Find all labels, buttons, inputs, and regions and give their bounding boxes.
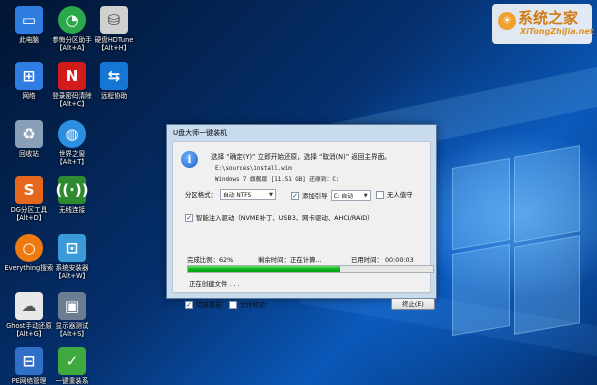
unattended-label: 无人值守 — [387, 191, 413, 199]
desktop-icon-one-click-reinstall[interactable]: ✓ 一键重装系 — [46, 347, 98, 385]
dialog-body: i 选择 “确定(Y)” 立即开始还原，选择 “取消(N)” 返回主界面。 E:… — [172, 141, 435, 310]
install-dialog: U盘大师一键装机 i 选择 “确定(Y)” 立即开始还原，选择 “取消(N)” … — [166, 124, 437, 310]
monitor-test-icon: ▣ — [58, 292, 86, 320]
this-pc-icon: ▭ — [15, 6, 43, 34]
stop-button[interactable]: 终止(E) — [391, 298, 435, 310]
recycle-bin-icon: ♻ — [15, 120, 43, 148]
boot-drive-select[interactable]: C: 自动 ▼ — [330, 190, 371, 201]
image-path: E:\sources\install.wim — [215, 166, 292, 172]
restart-label: 完成重启 — [196, 301, 222, 309]
one-click-reinstall-icon: ✓ — [58, 347, 86, 375]
partition-format-row: 分区格式： 自动 NTFS ▼ — [185, 189, 276, 200]
inject-driver-label: 智能注入驱动（NVME补丁、USB3、网卡驱动、AHCI/RAID） — [196, 214, 374, 222]
desktop-icon-monitor-test[interactable]: ▣ 显示器测试【Alt+S】 — [46, 292, 98, 338]
wireless-icon: ((·)) — [55, 176, 89, 204]
dialog-message: 选择 “确定(Y)” 立即开始还原，选择 “取消(N)” 返回主界面。 — [211, 153, 391, 161]
info-icon: i — [181, 151, 198, 168]
windows-logo-background — [452, 143, 580, 343]
remaining-time-label: 剩余时间：正在计算... — [258, 256, 322, 264]
watermark-domain: XiTongZhiJia.net — [520, 27, 594, 36]
watermark-logo: ☀ 系统之家 XiTongZhiJia.net — [492, 4, 594, 44]
partition-format-label: 分区格式： — [185, 191, 217, 199]
desktop-icon-wireless[interactable]: ((·)) 无线连接 — [46, 176, 98, 214]
system-installer-icon: ⊡ — [58, 234, 86, 262]
desktop-icon-world-browser[interactable]: ◍ 世界之窗【Alt+T】 — [46, 120, 98, 166]
dialog-divider — [173, 293, 430, 294]
partition-assistant-icon: ◔ — [58, 6, 86, 34]
install-progress-fill — [188, 266, 340, 272]
unattended-row: 无人值守 — [376, 190, 413, 199]
elapsed-time-label: 已用时间： 00:00:03 — [351, 256, 414, 264]
completion-label: 完成比例：62% — [187, 256, 234, 264]
pe-network-icon: ⊟ — [15, 347, 43, 375]
ghost-icon: ☁ — [15, 292, 43, 320]
add-boot-label: 添加引导 — [302, 192, 328, 200]
hdtune-icon: ⛁ — [100, 6, 128, 34]
image-info: Windows 7 旗舰版 [11.51 GB] 还原到：C: — [215, 177, 340, 183]
diskgenius-icon: S — [15, 176, 43, 204]
desktop-icon-hdtune[interactable]: ⛁ 硬盘HDTune【Alt+H】 — [88, 6, 140, 52]
partition-format-select[interactable]: 自动 NTFS ▼ — [219, 189, 276, 200]
dialog-title: U盘大师一键装机 — [173, 129, 228, 137]
restart-row: ✓ 完成重启 — [185, 300, 222, 309]
inject-driver-checkbox[interactable]: ✓ — [185, 213, 193, 222]
inject-driver-row: ✓ 智能注入驱动（NVME补丁、USB3、网卡驱动、AHCI/RAID） — [185, 213, 374, 222]
status-text: 正在创建文件 . . . — [189, 280, 240, 288]
add-boot-row: ✓ 添加引导 C: 自动 ▼ — [291, 190, 371, 201]
watermark-logo-icon: ☀ — [498, 12, 516, 30]
verify-checkbox[interactable] — [229, 300, 237, 309]
install-progress-bar — [187, 265, 434, 273]
watermark-title: 系统之家 — [518, 9, 579, 27]
restart-checkbox[interactable]: ✓ — [185, 300, 193, 309]
verify-row: 文件校验 — [229, 300, 266, 309]
add-boot-checkbox[interactable]: ✓ — [291, 191, 299, 200]
teamviewer-icon: ⇆ — [100, 62, 128, 90]
desktop-icon-teamviewer[interactable]: ⇆ 远程协助 — [88, 62, 140, 100]
chevron-down-icon: ▼ — [269, 191, 273, 198]
verify-label: 文件校验 — [240, 301, 266, 309]
world-browser-icon: ◍ — [58, 120, 86, 148]
desktop-icon-system-installer[interactable]: ⊡ 系统安装器【Alt+W】 — [46, 234, 98, 280]
network-icon: ⊞ — [15, 62, 43, 90]
unattended-checkbox[interactable] — [376, 190, 384, 199]
password-reset-icon: N — [58, 62, 86, 90]
everything-icon: ○ — [15, 234, 43, 262]
chevron-down-icon: ▼ — [363, 192, 368, 199]
